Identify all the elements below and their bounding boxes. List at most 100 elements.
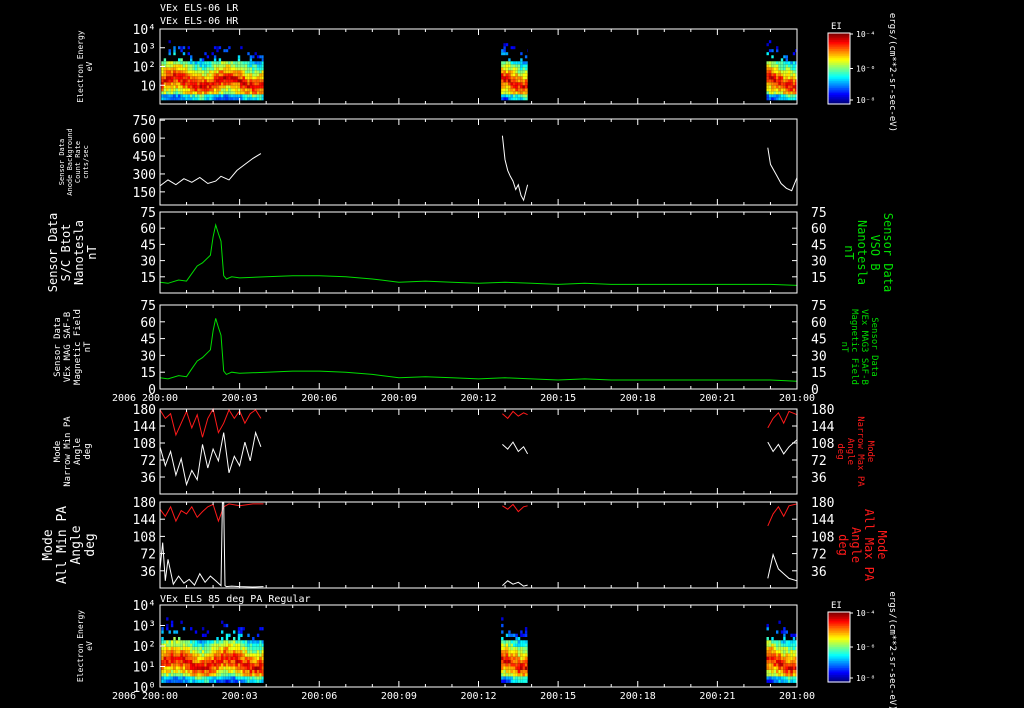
spectrogram-cell — [780, 676, 784, 680]
spectrogram-cell — [780, 91, 784, 95]
spectrogram-cell — [230, 91, 233, 95]
spectrogram-cell — [163, 58, 167, 62]
y-tick-label-right: 45 — [811, 333, 827, 348]
spectrogram-cell — [513, 669, 516, 674]
spectrogram-cell — [187, 663, 190, 667]
spectrogram-cell — [771, 679, 774, 683]
spectrogram-cell — [199, 85, 202, 89]
spectrogram-cell — [249, 61, 253, 65]
spectrogram-cell — [249, 679, 253, 683]
spectrogram-cell — [192, 79, 195, 83]
spectrogram-cell — [180, 61, 183, 65]
spectrogram-cell — [190, 91, 193, 95]
spectrogram-cell — [182, 79, 186, 83]
spectrogram-cell — [510, 653, 513, 657]
spectrogram-cell — [178, 82, 181, 86]
spectrogram-cell — [242, 97, 245, 101]
spectrogram-cell — [776, 49, 779, 53]
spectrogram-cell — [190, 676, 193, 680]
y-axis-label-right: nT — [839, 342, 849, 353]
spectrogram-cell — [505, 91, 509, 95]
spectrogram-cell — [199, 61, 202, 65]
spectrogram-cell — [218, 646, 222, 651]
spectrogram-cell — [163, 70, 167, 74]
spectrogram-cell — [503, 52, 506, 56]
spectrogram-cell — [223, 73, 226, 77]
spectrogram-cell — [790, 94, 793, 98]
y-axis-label-right: Mode — [875, 531, 889, 560]
spectrogram-cell — [209, 676, 212, 680]
spectrogram-cell — [259, 64, 262, 68]
spectrogram-cell — [163, 88, 167, 92]
spectrogram-cell — [201, 673, 205, 677]
spectrogram-cell — [194, 643, 198, 647]
spectrogram-cell — [228, 76, 231, 80]
spectrogram-cell — [244, 94, 248, 98]
spectrogram-cell — [790, 61, 793, 65]
spectrogram-cell — [170, 94, 174, 98]
spectrogram-cell — [218, 659, 222, 664]
spectrogram-cell — [778, 679, 781, 683]
spectrogram-cell — [247, 76, 250, 80]
spectrogram-cell — [503, 673, 506, 677]
spectrogram-cell — [225, 673, 229, 677]
spectrogram-cell — [249, 659, 253, 664]
series-line-p5 — [159, 430, 262, 487]
spectrogram-cell — [527, 646, 528, 651]
spectrogram-cell — [170, 76, 174, 80]
spectrogram-cell — [237, 653, 241, 657]
spectrogram-cell — [513, 64, 516, 68]
spectrogram-cell — [204, 656, 207, 660]
spectrogram-cell — [785, 85, 788, 89]
spectrogram-cell — [771, 646, 774, 651]
spectrogram-cell — [187, 46, 190, 50]
spectrogram-cell — [776, 76, 779, 80]
y-axis-label-right: Narrow Max PA — [855, 416, 865, 487]
spectrogram-cell — [508, 64, 511, 68]
spectrogram-cell — [161, 669, 164, 674]
spectrogram-cell — [223, 643, 226, 647]
spectrogram-cell — [221, 620, 224, 624]
spectrogram-cell — [161, 70, 164, 74]
spectrogram-cell — [259, 673, 262, 677]
spectrogram-cell — [515, 646, 518, 651]
spectrogram-cell — [182, 659, 186, 664]
spectrogram-cell — [522, 659, 525, 664]
spectrogram-cell — [254, 666, 257, 670]
spectrogram-cell — [256, 82, 260, 86]
spectrogram-cell — [790, 76, 793, 80]
chart-canvas: VEx ELS-06 LR VEx ELS-06 HR VEx ELS 85 d… — [41, 3, 897, 708]
spectrogram-cell — [785, 666, 788, 670]
spectrogram-cell — [216, 653, 219, 657]
spectrogram-cell — [513, 70, 516, 74]
spectrogram-cell — [503, 64, 506, 68]
spectrogram-cell — [240, 673, 243, 677]
spectrogram-cell — [524, 630, 528, 634]
spectrogram-cell — [768, 73, 772, 77]
spectrogram-cell — [522, 97, 525, 101]
spectrogram-cell — [503, 679, 506, 683]
spectrogram-cell — [221, 653, 224, 657]
spectrogram-cell — [505, 646, 509, 651]
spectrogram-cell — [527, 666, 528, 670]
spectrogram-cell — [254, 88, 257, 92]
spectrogram-cell — [182, 663, 186, 667]
spectrogram-cell — [206, 640, 210, 644]
x-tick-label: 200:00 — [142, 393, 178, 404]
spectrogram-cell — [520, 640, 523, 644]
spectrogram-cell — [520, 82, 523, 86]
spectrogram-cell — [182, 669, 186, 674]
spectrogram-cell — [256, 94, 260, 98]
spectrogram-cell — [180, 46, 183, 50]
spectrogram-cell — [209, 82, 212, 86]
spectrogram-cell — [259, 679, 262, 683]
spectrogram-cell — [187, 79, 190, 83]
spectrogram-cell — [223, 650, 226, 654]
spectrogram-cell — [527, 85, 528, 89]
spectrogram-cell — [503, 88, 506, 92]
spectrogram-cell — [508, 663, 511, 667]
spectrogram-cell — [252, 61, 255, 65]
bottom-panel-title: VEx ELS 85 deg PA Regular — [160, 594, 311, 605]
spectrogram-cell — [175, 643, 179, 647]
spectrogram-cell — [201, 679, 205, 683]
